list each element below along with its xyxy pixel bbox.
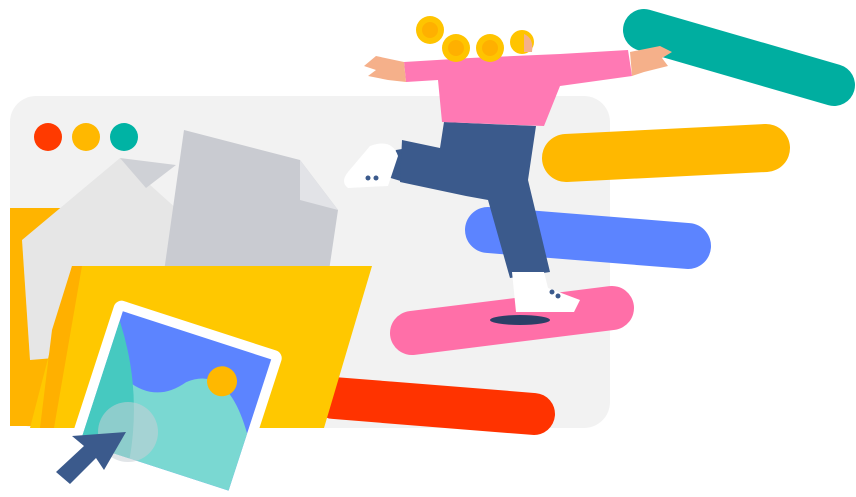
window-dot-yellow [72, 123, 100, 151]
shoe-lace-dot [365, 175, 371, 181]
shoe-lace-dot [373, 175, 379, 181]
upload-illustration [10, 9, 855, 497]
speed-bar-red [313, 377, 555, 435]
coin-inner [482, 40, 498, 56]
shoe-lace-dot [555, 293, 561, 299]
character-hand-right [630, 46, 672, 76]
window-dot-teal [110, 123, 138, 151]
character-shadow [490, 315, 550, 325]
character-hand-left [364, 56, 406, 82]
illustration-stage [0, 0, 856, 497]
speed-bar-yellow [542, 124, 790, 182]
coin-inner [422, 22, 438, 38]
window-dot-red [34, 123, 62, 151]
coin-inner [448, 40, 464, 56]
shoe-lace-dot [549, 289, 555, 295]
speed-bar-teal [623, 9, 855, 106]
